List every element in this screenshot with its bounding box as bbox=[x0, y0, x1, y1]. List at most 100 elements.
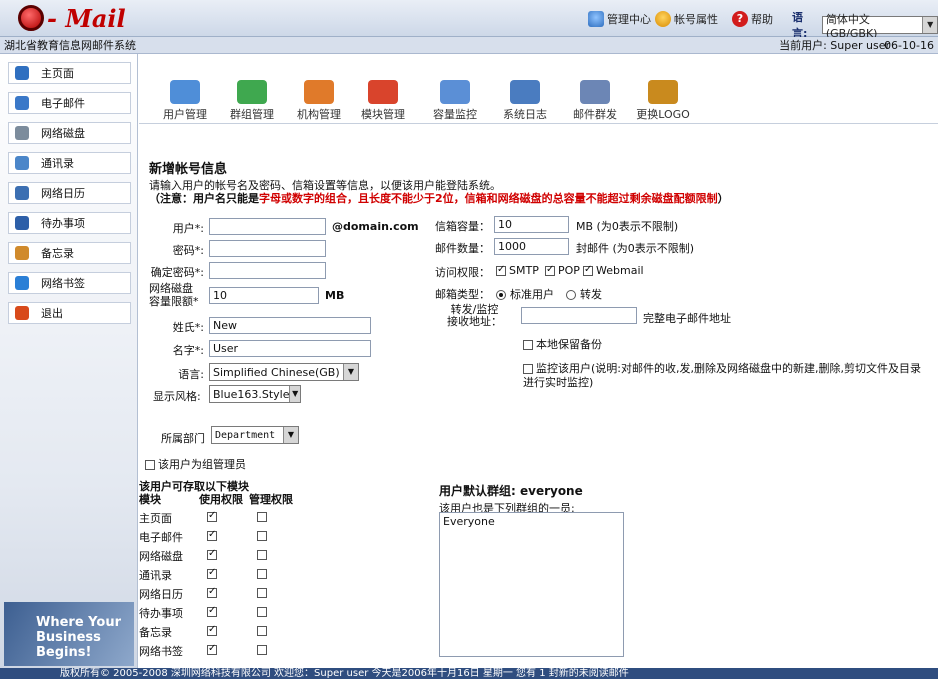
username-input[interactable] bbox=[209, 218, 326, 235]
module-name: 网络磁盘 bbox=[139, 550, 183, 563]
toolbar-item-8[interactable]: 更换LOGO bbox=[633, 80, 693, 121]
logo-text: - Mail bbox=[47, 3, 126, 33]
sidebar-item-7[interactable]: 备忘录 bbox=[8, 242, 131, 264]
account-props-link[interactable]: 帐号属性 bbox=[655, 11, 718, 27]
manage-permission-checkbox[interactable] bbox=[257, 512, 267, 522]
use-permission-checkbox[interactable] bbox=[207, 548, 217, 560]
use-permission-checkbox[interactable] bbox=[207, 529, 217, 541]
admin-center-link[interactable]: 管理中心 bbox=[588, 11, 651, 27]
lastname-input[interactable]: New bbox=[209, 317, 371, 334]
contacts-icon bbox=[15, 156, 29, 170]
help-link[interactable]: ? 帮助 bbox=[732, 11, 773, 27]
type-forward-option[interactable]: 转发 bbox=[566, 286, 602, 302]
netdisk-quota-input[interactable]: 10 bbox=[209, 287, 319, 304]
mailbox-size-label: 信箱容量： bbox=[435, 220, 490, 233]
group-admin-label: 该用户为组管理员 bbox=[158, 458, 246, 471]
sidebar-item-9[interactable]: 退出 bbox=[8, 302, 131, 324]
type-forward-radio[interactable] bbox=[566, 290, 576, 300]
manage-permission-checkbox[interactable] bbox=[257, 569, 267, 579]
note-prefix: （注意：用户名只能是 bbox=[149, 192, 259, 205]
confirm-password-input[interactable] bbox=[209, 262, 326, 279]
smtp-checkbox[interactable] bbox=[496, 264, 506, 276]
toolbar-item-7[interactable]: 邮件群发 bbox=[565, 80, 625, 121]
note-warning: 字母或数字的组合，且长度不能少于2位，信箱和网络磁盘的总容量不能超过剩余磁盘配额… bbox=[259, 192, 718, 205]
netdisk-quota-label: 网络磁盘 容量限额* bbox=[149, 282, 199, 308]
toolbar-item-label: 更换LOGO bbox=[636, 108, 690, 121]
manage-permission-checkbox[interactable] bbox=[257, 588, 267, 598]
manage-permission-checkbox[interactable] bbox=[257, 531, 267, 541]
group-admin-checkbox[interactable] bbox=[145, 460, 155, 470]
sidebar-item-5[interactable]: 网络日历 bbox=[8, 182, 131, 204]
use-permission-checkbox[interactable] bbox=[207, 586, 217, 598]
module-manage-icon bbox=[368, 80, 398, 104]
toolbar-item-4[interactable]: 模块管理 bbox=[353, 80, 413, 121]
module-name: 备忘录 bbox=[139, 626, 172, 639]
department-value: Department bbox=[215, 429, 276, 441]
language-field-label: 语言: bbox=[178, 368, 204, 381]
toolbar-item-6[interactable]: 系统日志 bbox=[495, 80, 555, 121]
webmail-checkbox[interactable] bbox=[583, 264, 593, 276]
pop-checkbox[interactable] bbox=[545, 264, 555, 276]
manage-permission-checkbox[interactable] bbox=[257, 645, 267, 655]
pop-label: POP bbox=[558, 264, 580, 277]
monitor-checkbox[interactable] bbox=[523, 364, 533, 374]
manage-permission-checkbox[interactable] bbox=[257, 550, 267, 560]
toolbar-item-1[interactable]: 用户管理 bbox=[155, 80, 215, 121]
display-style-select[interactable]: Blue163.Style ▼ bbox=[209, 385, 301, 403]
use-permission-checkbox[interactable] bbox=[207, 510, 217, 522]
group-admin-option[interactable]: 该用户为组管理员 bbox=[145, 456, 246, 472]
main-content: 新增帐号信息 请输入用户的帐号名及密码、信箱设置等信息，以便该用户能登陆系统。 … bbox=[139, 124, 938, 668]
sidebar-item-4[interactable]: 通讯录 bbox=[8, 152, 131, 174]
table-row: 主页面 bbox=[139, 510, 339, 528]
emall-logo: - Mail bbox=[18, 3, 126, 33]
sidebar-item-label: 通讯录 bbox=[41, 157, 74, 170]
module-name: 待办事项 bbox=[139, 607, 183, 620]
sidebar-item-1[interactable]: 主页面 bbox=[8, 62, 131, 84]
toolbar-item-3[interactable]: 机构管理 bbox=[289, 80, 349, 121]
admin-toolbar: 用户管理 群组管理 机构管理 模块管理 容量监控 系统日志 邮件群发 更换LOGO bbox=[139, 54, 938, 124]
forward-address-input[interactable] bbox=[521, 307, 637, 324]
use-permission-checkbox[interactable] bbox=[207, 624, 217, 636]
system-log-icon bbox=[510, 80, 540, 104]
access-webmail-option[interactable]: Webmail bbox=[583, 264, 644, 277]
sidebar-item-6[interactable]: 待办事项 bbox=[8, 212, 131, 234]
note-suffix: ） bbox=[717, 192, 729, 205]
department-select[interactable]: Department ▼ bbox=[211, 426, 299, 444]
password-input[interactable] bbox=[209, 240, 326, 257]
local-backup-checkbox[interactable] bbox=[523, 340, 533, 350]
mail-count-input[interactable]: 1000 bbox=[494, 238, 569, 255]
toolbar-item-label: 群组管理 bbox=[230, 108, 274, 121]
access-pop-option[interactable]: POP bbox=[545, 264, 580, 277]
use-permission-checkbox[interactable] bbox=[207, 605, 217, 617]
group-listbox[interactable]: Everyone bbox=[439, 512, 624, 657]
sidebar-item-3[interactable]: 网络磁盘 bbox=[8, 122, 131, 144]
table-row: 备忘录 bbox=[139, 624, 339, 642]
sidebar-item-2[interactable]: 电子邮件 bbox=[8, 92, 131, 114]
toolbar-item-2[interactable]: 群组管理 bbox=[222, 80, 282, 121]
toolbar-item-label: 邮件群发 bbox=[573, 108, 617, 121]
calendar-icon bbox=[15, 186, 29, 200]
sidebar-item-label: 电子邮件 bbox=[41, 97, 85, 110]
sidebar-item-8[interactable]: 网络书签 bbox=[8, 272, 131, 294]
mailbox-size-input[interactable]: 10 bbox=[494, 216, 569, 233]
forward-address-label: 转发/监控 接收地址： bbox=[447, 303, 502, 328]
exit-icon bbox=[15, 306, 29, 320]
type-standard-option[interactable]: 标准用户 bbox=[496, 286, 554, 302]
type-standard-radio[interactable] bbox=[496, 290, 506, 300]
toolbar-item-5[interactable]: 容量监控 bbox=[425, 80, 485, 121]
col-manage: 管理权限 bbox=[249, 493, 293, 506]
monitor-option[interactable]: 监控该用户(说明:对邮件的收,发,删除及网络磁盘中的新建,删除,剪切文件及目录进… bbox=[523, 362, 923, 390]
manage-permission-checkbox[interactable] bbox=[257, 626, 267, 636]
use-permission-checkbox[interactable] bbox=[207, 643, 217, 655]
use-permission-checkbox[interactable] bbox=[207, 567, 217, 579]
access-smtp-option[interactable]: SMTP bbox=[496, 264, 539, 277]
local-backup-option[interactable]: 本地保留备份 bbox=[523, 336, 602, 352]
table-row: 待办事项 bbox=[139, 605, 339, 623]
group-list-item[interactable]: Everyone bbox=[443, 515, 620, 528]
language-select[interactable]: 简体中文(GB/GBK) ▼ bbox=[821, 13, 938, 40]
footer-text: 版权所有© 2005-2008 深圳网络科技有限公司 欢迎您：Super use… bbox=[60, 668, 629, 679]
toolbar-item-label: 机构管理 bbox=[297, 108, 341, 121]
language-field-select[interactable]: Simplified Chinese(GB) ▼ bbox=[209, 363, 359, 381]
manage-permission-checkbox[interactable] bbox=[257, 607, 267, 617]
firstname-input[interactable]: User bbox=[209, 340, 371, 357]
